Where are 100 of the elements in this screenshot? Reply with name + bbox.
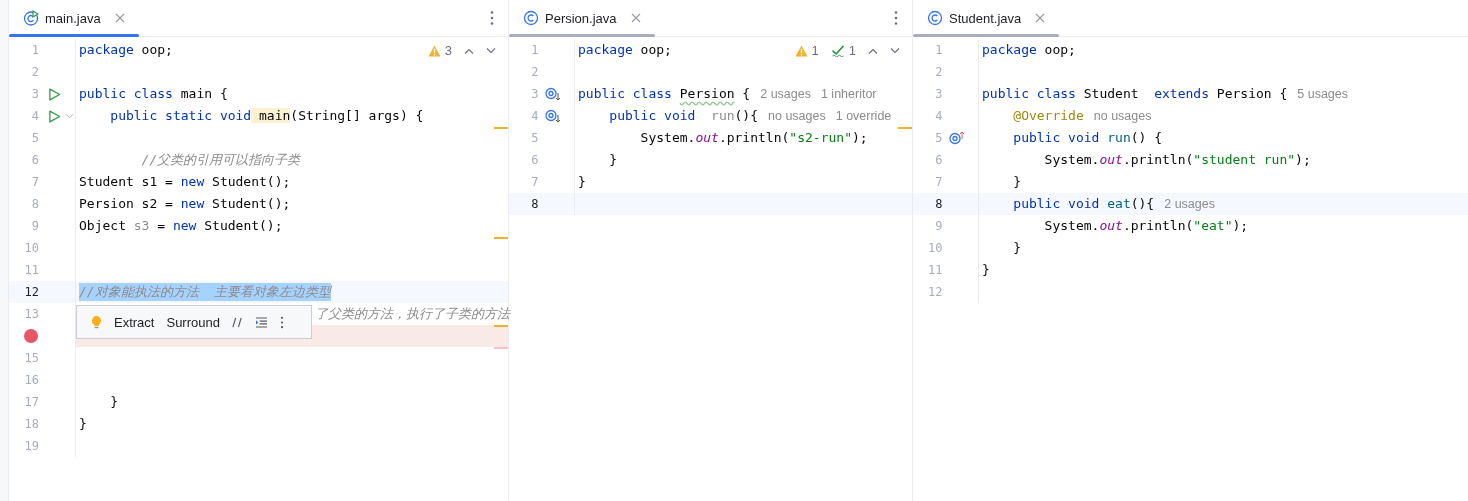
line-number: 4	[30, 109, 39, 123]
line-number: 1	[30, 43, 39, 57]
editor-tab[interactable]: main.java	[9, 0, 139, 36]
code-line: package oop;	[79, 41, 173, 59]
line-number: 8	[30, 197, 39, 211]
line-number: 2	[934, 65, 943, 79]
action-button[interactable]: Surround	[166, 314, 220, 330]
code-line: public void eat(){	[1012, 195, 1155, 213]
inspection-count[interactable]: 3	[427, 43, 452, 58]
line-number: 5	[30, 131, 39, 145]
next-icon[interactable]	[486, 47, 496, 54]
line-number: 19	[23, 439, 39, 453]
usage-hint[interactable]: 1 override	[835, 109, 892, 123]
line-number: 7	[934, 175, 943, 189]
usage-hint[interactable]: 1 inheritor	[820, 87, 877, 101]
code-line: @Override	[1012, 107, 1084, 125]
code-line: System.out.println("s2-run");	[639, 129, 868, 147]
code-line: Object s3 = new Student();	[79, 217, 283, 235]
run-icon[interactable]	[47, 109, 61, 123]
line-number: 3	[30, 87, 39, 101]
code-line: 了父类的方法，执行了子类的方法	[315, 305, 510, 323]
next-icon[interactable]	[890, 47, 900, 54]
indent-icon[interactable]	[254, 316, 268, 328]
line-number: 10	[927, 241, 943, 255]
previous-icon[interactable]	[464, 47, 474, 54]
code-line: public class main {	[79, 85, 228, 103]
code-line: Persion s2 = new Student();	[79, 195, 291, 213]
comment-icon[interactable]	[231, 316, 243, 328]
action-button[interactable]: Extract	[114, 314, 155, 330]
inspection-count[interactable]: 1	[794, 43, 819, 58]
usage-hint[interactable]: 2 usages	[1164, 197, 1215, 211]
run-icon[interactable]	[47, 87, 61, 101]
line-number: 12	[927, 285, 943, 299]
code-line: Student s1 = new Student();	[79, 173, 291, 191]
overridden-icon[interactable]	[545, 109, 562, 123]
line-number: 4	[934, 109, 943, 123]
line-number: 9	[934, 219, 943, 233]
line-number: 8	[530, 197, 539, 211]
line-number: 6	[934, 153, 943, 167]
close-icon[interactable]	[630, 13, 641, 23]
code-line: public static void main(String[] args) {	[109, 107, 424, 125]
line-number: 7	[530, 175, 539, 189]
overrides-icon[interactable]	[949, 131, 966, 145]
code-line: }	[1012, 239, 1022, 257]
usage-hint[interactable]: 5 usages	[1297, 87, 1348, 101]
line-number: 8	[934, 197, 943, 211]
line-number: 6	[30, 153, 39, 167]
close-icon[interactable]	[114, 13, 125, 23]
line-number: 1	[530, 43, 539, 57]
code-line: }	[1012, 173, 1022, 191]
line-number: 10	[23, 241, 39, 255]
usage-hint[interactable]: no usages	[768, 109, 826, 123]
line-number: 13	[23, 307, 39, 321]
line-number: 7	[30, 175, 39, 189]
line-number: 18	[23, 417, 39, 431]
overridden-icon[interactable]	[545, 87, 562, 101]
close-icon[interactable]	[1035, 13, 1046, 23]
line-number: 15	[23, 351, 39, 365]
previous-icon[interactable]	[868, 47, 878, 54]
code-line: package oop;	[578, 41, 672, 59]
line-number: 9	[30, 219, 39, 233]
code-line: package oop;	[982, 41, 1076, 59]
code-line: public class Student extends Persion {	[982, 85, 1288, 103]
line-number: 5	[934, 131, 943, 145]
code-line: System.out.println("student run");	[1043, 151, 1311, 169]
code-line: public void run() {	[1012, 129, 1163, 147]
editor-tab[interactable]: Persion.java	[509, 0, 655, 36]
line-number: 11	[927, 263, 943, 277]
line-number: 2	[30, 65, 39, 79]
class-icon	[927, 10, 943, 26]
code-line: }	[109, 393, 119, 411]
more-icon[interactable]	[279, 315, 284, 329]
line-number: 11	[23, 263, 39, 277]
line-number: 12	[23, 285, 39, 299]
line-number: 17	[23, 395, 39, 409]
class-run-icon	[23, 10, 39, 26]
code-line: System.out.println("eat");	[1043, 217, 1249, 235]
usage-hint[interactable]: 2 usages	[760, 87, 811, 101]
line-number: 5	[530, 131, 539, 145]
code-line: }	[982, 261, 990, 279]
line-number: 6	[530, 153, 539, 167]
usage-hint[interactable]: no usages	[1093, 109, 1152, 123]
line-number: 4	[530, 109, 539, 123]
line-number: 3	[530, 87, 539, 101]
line-number: 2	[530, 65, 539, 79]
more-icon[interactable]	[490, 10, 494, 26]
line-number: 16	[23, 373, 39, 387]
code-line: }	[608, 151, 618, 169]
line-number: 1	[934, 43, 943, 57]
code-line: public void run(){	[608, 107, 759, 125]
code-line: }	[578, 173, 586, 191]
class-icon	[523, 10, 539, 26]
inspection-count[interactable]: 1	[830, 43, 856, 58]
line-number: 3	[934, 87, 943, 101]
more-icon[interactable]	[894, 10, 898, 26]
code-line: public class Persion {	[578, 85, 751, 103]
code-line: }	[79, 415, 87, 433]
code-line: //父类的引用可以指向子类	[140, 151, 301, 169]
editor-tab[interactable]: Student.java	[913, 0, 1060, 36]
breakpoint-dot[interactable]	[24, 329, 38, 343]
